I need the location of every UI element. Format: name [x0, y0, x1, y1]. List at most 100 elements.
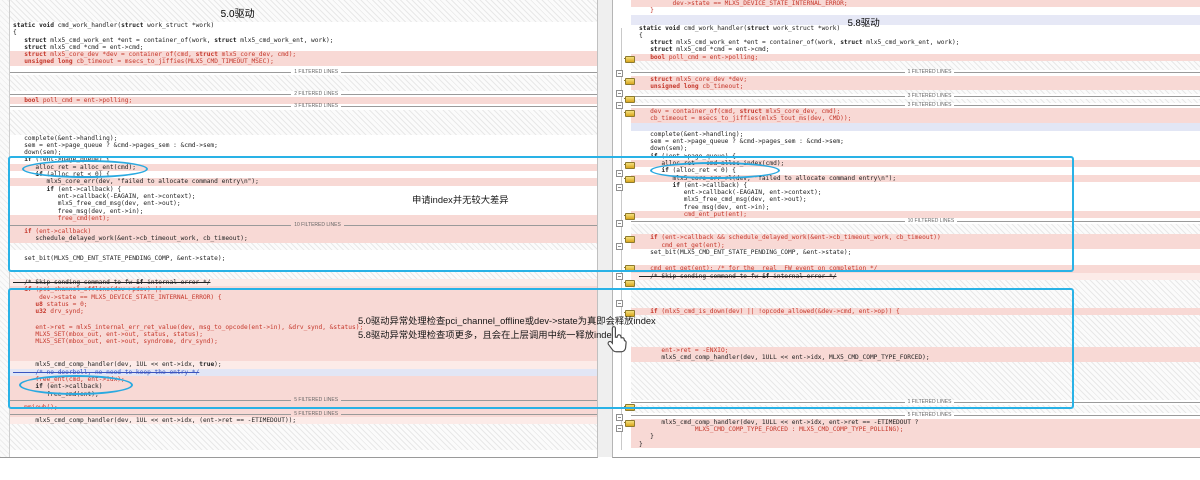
code-line[interactable]: struct mlx5_cmd *cmd = ent->cmd; — [9, 44, 597, 51]
code-line[interactable]: mlx5_cmd_comp_handler(dev, 1ULL << ent->… — [631, 354, 1200, 361]
code-line[interactable]: mlx5_core_err(dev, "failed to allocate c… — [9, 178, 597, 185]
code-line[interactable]: if (pci_channel_offline(dev->pdev) || — [9, 286, 597, 293]
code-line[interactable]: struct mlx5_cmd_work_ent *ent = containe… — [631, 39, 1200, 46]
diff-tool-window: 5.0驱动static void cmd_work_handler(struct… — [0, 0, 1200, 480]
code-line[interactable]: set_bit(MLX5_CMD_ENT_STATE_PENDING_COMP,… — [9, 255, 597, 262]
code-line[interactable]: if (ent->callback) — [9, 228, 597, 235]
pane-title: 5.0驱动 — [9, 0, 597, 22]
code-line[interactable]: alloc_ret = alloc_ent(cmd); — [9, 164, 597, 171]
code-line[interactable]: if (mlx5_cmd_is_down(dev) || !opcode_all… — [631, 308, 1200, 315]
fold-marker[interactable] — [616, 425, 623, 432]
code-line[interactable]: } — [631, 7, 1200, 14]
spacer-row — [631, 448, 1200, 458]
code-line[interactable]: struct mlx5_cmd *cmd = ent->cmd; — [631, 46, 1200, 53]
code-line[interactable]: if (ent->callback && schedule_delayed_wo… — [631, 234, 1200, 241]
collapsed-region — [631, 224, 1200, 234]
fold-marker[interactable] — [616, 243, 623, 250]
merge-change-marker[interactable] — [625, 78, 635, 85]
code-line[interactable]: ent->callback(-EAGAIN, ent->context); — [631, 189, 1200, 196]
spacer-row — [9, 345, 597, 361]
spacer-row — [631, 123, 1200, 131]
fold-marker[interactable] — [616, 300, 623, 307]
fold-marker[interactable] — [616, 184, 623, 191]
code-line[interactable]: sem = ent->page_queue ? &cmd->pages_sem … — [9, 142, 597, 149]
fold-marker[interactable] — [616, 220, 623, 227]
code-line[interactable]: { — [631, 32, 1200, 39]
merge-change-marker[interactable] — [625, 420, 635, 427]
code-line[interactable]: mlx5_core_err_rl(dev, "failed to allocat… — [631, 175, 1200, 182]
code-line[interactable]: } — [631, 433, 1200, 440]
code-line[interactable]: set_bit(MLX5_CMD_ENT_STATE_PENDING_COMP,… — [631, 249, 1200, 256]
fold-marker[interactable] — [616, 170, 623, 177]
annotation-alloc-index: 申请index并无较大差异 — [412, 192, 509, 206]
spacer-row — [631, 256, 1200, 265]
code-line[interactable]: cmd_ent_get(ent); — [631, 242, 1200, 249]
collapsed-region — [631, 315, 1200, 347]
code-line[interactable]: unsigned long cb_timeout; — [631, 83, 1200, 90]
code-line[interactable]: MLX5_CMD_COMP_TYPE_FORCED : MLX5_CMD_COM… — [631, 426, 1200, 433]
code-line[interactable]: struct mlx5_core_dev *dev; — [631, 76, 1200, 83]
merge-change-marker[interactable] — [625, 96, 635, 103]
pane-divider — [597, 0, 613, 457]
annotation-error-line2: 5.8驱动异常处理检查项更多，且会在上层调用中统一释放index — [358, 327, 616, 341]
pane-title: 5.8驱动 — [631, 15, 1200, 25]
fold-marker[interactable] — [616, 70, 623, 77]
code-line[interactable]: dev->state == MLX5_DEVICE_STATE_INTERNAL… — [9, 294, 597, 301]
left-pane-margin-strip — [0, 0, 10, 457]
fold-marker[interactable] — [616, 90, 623, 97]
code-line[interactable]: if (!ent->page_queue) { — [631, 153, 1200, 160]
code-line[interactable]: cb_timeout = msecs_to_jiffies(mlx5_tout_… — [631, 115, 1200, 122]
merge-change-marker[interactable] — [625, 110, 635, 117]
merge-change-marker[interactable] — [625, 162, 635, 169]
code-line[interactable]: ent->ret = -ENXIO; — [631, 347, 1200, 354]
code-line[interactable]: static void cmd_work_handler(struct work… — [9, 22, 597, 29]
collapsed-region — [9, 424, 597, 450]
code-line[interactable]: u8 status = 0; — [9, 301, 597, 308]
fold-marker[interactable] — [616, 414, 623, 421]
fold-marker[interactable] — [616, 102, 623, 109]
code-line[interactable]: /* no doorbell, no need to keep the entr… — [9, 369, 597, 376]
code-line[interactable]: complete(&ent->handling); — [9, 135, 597, 142]
code-line[interactable]: if (ent->callback) { — [9, 186, 597, 193]
collapsed-region — [9, 110, 597, 135]
collapsed-region — [631, 362, 1200, 400]
code-line[interactable]: if (ent->callback) { — [631, 182, 1200, 189]
code-line[interactable]: down(sem); — [631, 145, 1200, 152]
code-line[interactable]: dev = container_of(cmd, struct mlx5_core… — [631, 108, 1200, 115]
code-line[interactable]: mlx5_cmd_comp_handler(dev, 1ULL << ent->… — [631, 419, 1200, 426]
code-line[interactable]: if (ent->callback) — [9, 383, 597, 390]
code-line[interactable]: free_msg(dev, ent->in); — [631, 204, 1200, 211]
code-line[interactable]: } — [631, 441, 1200, 448]
code-line[interactable]: struct mlx5_cmd_work_ent *ent = containe… — [9, 37, 597, 44]
code-line[interactable]: mlx5_free_cmd_msg(dev, ent->out); — [631, 196, 1200, 203]
merge-change-marker[interactable] — [625, 56, 635, 63]
code-line[interactable]: mlx5_cmd_comp_handler(dev, 1UL << ent->i… — [9, 417, 597, 424]
code-line[interactable]: { — [9, 29, 597, 36]
merge-change-marker[interactable] — [625, 236, 635, 243]
merge-change-marker[interactable] — [625, 280, 635, 287]
code-line[interactable]: bool poll_cmd = ent->polling; — [631, 54, 1200, 61]
code-line[interactable]: cmd_ent_get(ent); /* for the _real_ FW e… — [631, 265, 1200, 272]
code-line[interactable]: /* Skip sending command to fw if interna… — [631, 273, 1200, 280]
code-line[interactable]: mlx5_cmd_comp_handler(dev, 1UL << ent->i… — [9, 361, 597, 368]
merge-change-marker[interactable] — [625, 404, 635, 411]
mouse-cursor-hand — [604, 324, 630, 359]
code-line[interactable]: schedule_delayed_work(&ent->cb_timeout_w… — [9, 235, 597, 242]
collapsed-region — [9, 243, 597, 250]
merge-change-marker[interactable] — [625, 176, 635, 183]
fold-marker[interactable] — [616, 273, 623, 280]
spacer-row — [9, 262, 597, 271]
code-line[interactable]: if (!ent->page_queue) { — [9, 156, 597, 163]
code-line[interactable]: complete(&ent->handling); — [631, 131, 1200, 138]
code-pane-5.0-driver: 5.0驱动static void cmd_work_handler(struct… — [0, 0, 598, 458]
code-line[interactable]: static void cmd_work_handler(struct work… — [631, 25, 1200, 32]
code-line[interactable]: dev->state == MLX5_DEVICE_STATE_INTERNAL… — [631, 0, 1200, 7]
collapsed-region — [9, 271, 597, 279]
code-line[interactable]: if (alloc_ret < 0) { — [9, 171, 597, 178]
code-line[interactable]: if (alloc_ret < 0) { — [631, 167, 1200, 174]
merge-change-marker[interactable] — [625, 265, 635, 272]
code-line[interactable]: free_msg(dev, ent->in); — [9, 208, 597, 215]
merge-change-marker[interactable] — [625, 213, 635, 220]
code-line[interactable]: sem = ent->page_queue ? &cmd->pages_sem … — [631, 138, 1200, 145]
code-line[interactable]: unsigned long cb_timeout = msecs_to_jiff… — [9, 58, 597, 65]
